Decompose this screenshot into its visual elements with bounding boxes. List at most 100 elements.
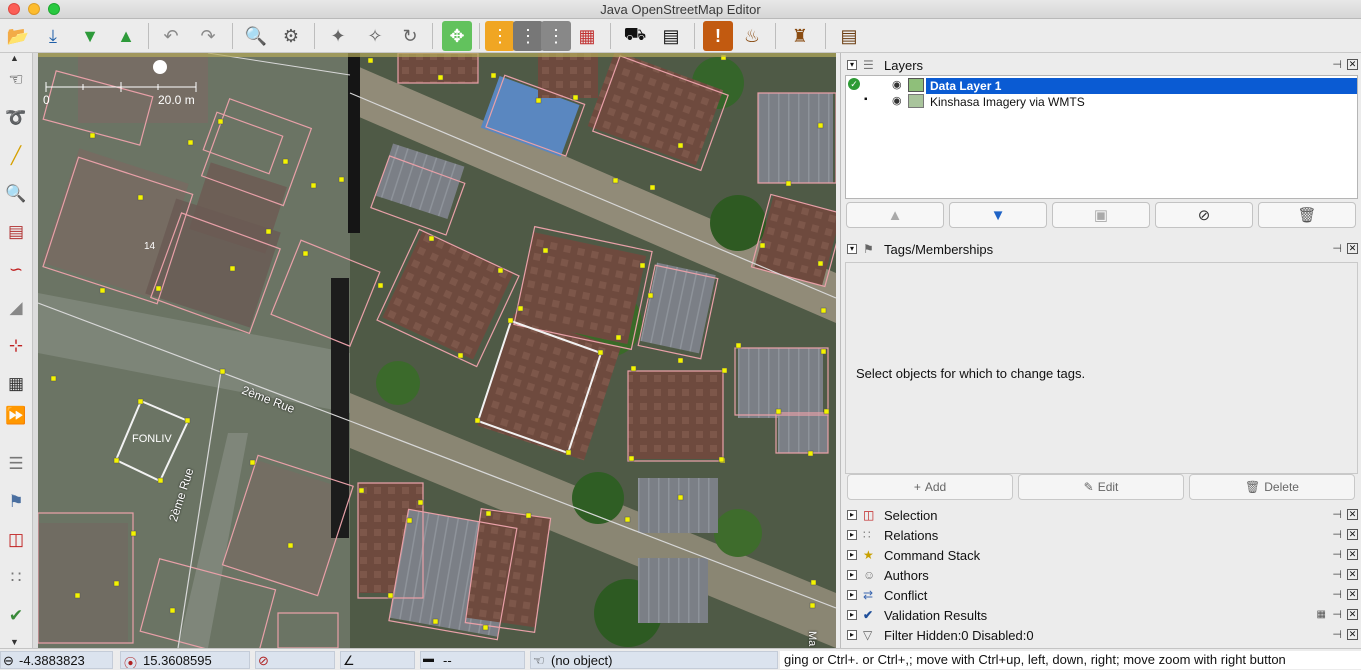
pin-icon[interactable]: ⊣	[1332, 242, 1342, 255]
scroll-down-icon[interactable]: ▼	[10, 637, 19, 647]
factory-preset-icon[interactable]: ▤	[834, 21, 864, 51]
pin-icon[interactable]: ⊣	[1332, 588, 1342, 601]
tags-panel-header[interactable]: ▾ ⚑ Tags/Memberships ⊣ ✕	[841, 239, 1361, 259]
zoom-icon[interactable]: 🔍	[3, 181, 29, 207]
collapse-icon[interactable]: ▾	[847, 60, 857, 70]
close-icon[interactable]: ✕	[1347, 509, 1358, 520]
scroll-up-icon[interactable]: ▲	[10, 53, 19, 63]
expand-icon[interactable]: ▸	[847, 590, 857, 600]
tags-toggle-icon[interactable]: ⚑	[3, 489, 29, 515]
validation-toggle-icon[interactable]: ✔	[3, 603, 29, 629]
move-up-button[interactable]: ▲	[846, 202, 944, 228]
close-icon[interactable]: ✕	[1347, 569, 1358, 580]
delete-layer-button[interactable]: 🗑	[1258, 202, 1356, 228]
pin-icon[interactable]: ⊣	[1332, 628, 1342, 641]
pin-icon[interactable]: ⊣	[1332, 508, 1342, 521]
expand-icon[interactable]: ▸	[847, 570, 857, 580]
restaurant-preset-icon[interactable]: ♨	[737, 21, 767, 51]
castle-preset-icon[interactable]: ♜	[785, 21, 815, 51]
move-down-button[interactable]: ▼	[949, 202, 1047, 228]
delete-icon[interactable]: ▤	[3, 219, 29, 245]
close-icon[interactable]: ✕	[1347, 609, 1358, 620]
filter-panel-header[interactable]: ▸ ▽ Filter Hidden:0 Disabled:0 ⊣ ✕	[841, 625, 1361, 645]
collapse-icon[interactable]: ▾	[847, 244, 857, 254]
layer-name[interactable]: Kinshasa Imagery via WMTS	[930, 95, 1085, 109]
add-tag-button[interactable]: + Add	[847, 474, 1013, 500]
extrude-icon[interactable]: ⊹	[3, 333, 29, 359]
redo-icon[interactable]: ↷	[193, 21, 223, 51]
selection-toggle-icon[interactable]: ◫	[3, 527, 29, 553]
undo-icon[interactable]: ↶	[156, 21, 186, 51]
expand-icon[interactable]: ▸	[847, 630, 857, 640]
expand-icon[interactable]: ▸	[847, 610, 857, 620]
zoom-preview-icon[interactable]: 🔍	[241, 21, 271, 51]
improve-way-icon[interactable]: ∽	[3, 257, 29, 283]
conflict-panel-header[interactable]: ▸ ⇄ Conflict ⊣ ✕	[841, 585, 1361, 605]
command-stack-panel-header[interactable]: ▸ ★ Command Stack ⊣ ✕	[841, 545, 1361, 565]
visibility-eye-icon[interactable]: ◉	[892, 78, 902, 91]
lasso-icon[interactable]: ➰	[3, 105, 29, 131]
layers-toggle-icon[interactable]: ☰	[3, 451, 29, 477]
edit-tag-button[interactable]: ✎ Edit	[1018, 474, 1184, 500]
close-icon[interactable]: ✕	[1347, 59, 1358, 70]
length-field[interactable]: ▬ --	[420, 651, 525, 669]
more-tools-icon[interactable]: ⏩	[3, 403, 29, 429]
select-icon[interactable]: ☜	[3, 67, 29, 93]
settings-icon[interactable]: ▦	[1317, 609, 1326, 620]
pin-icon[interactable]: ⊣	[1332, 608, 1342, 621]
layer-row-imagery[interactable]: ▪ ◉ Kinshasa Imagery via WMTS	[846, 94, 1357, 110]
save-icon[interactable]: ⤓	[38, 21, 68, 51]
pin-icon[interactable]: ⊣	[1332, 58, 1342, 71]
close-icon[interactable]: ✕	[1347, 243, 1358, 254]
draw-icon[interactable]: ╱	[3, 143, 29, 169]
track-preset-icon[interactable]: ⋮	[541, 21, 571, 51]
delete-tag-button[interactable]: 🗑 Delete	[1189, 474, 1355, 500]
open-file-icon[interactable]: 📂	[3, 21, 33, 51]
zoom-slider-handle[interactable]	[153, 60, 167, 74]
pin-icon[interactable]: ⊣	[1332, 528, 1342, 541]
map-canvas[interactable]	[38, 53, 836, 648]
pin-icon[interactable]: ⊣	[1332, 548, 1342, 561]
wall-preset-icon[interactable]: ▦	[572, 21, 602, 51]
object-field[interactable]: ☜ (no object)	[530, 651, 778, 669]
angle-field[interactable]: ∠	[340, 651, 415, 669]
latitude-field[interactable]: ⊖ -4.3883823	[0, 651, 113, 669]
car-preset-icon[interactable]: ⛟	[620, 21, 650, 51]
combine-way-icon[interactable]: ✧	[360, 21, 390, 51]
selection-panel-header[interactable]: ▸ ◫ Selection ⊣ ✕	[841, 505, 1361, 525]
heading-field[interactable]: ⊘	[255, 651, 335, 669]
parallel-icon[interactable]: ◢	[3, 295, 29, 321]
toggle-visibility-button[interactable]: ⊘	[1155, 202, 1253, 228]
warning-preset-icon[interactable]: !	[703, 21, 733, 51]
longitude-field[interactable]: ⦿ 15.3608595	[120, 651, 250, 669]
layer-row-data[interactable]: ✓ ◉ Data Layer 1	[846, 78, 1357, 94]
visibility-eye-icon[interactable]: ◉	[892, 94, 902, 107]
expand-icon[interactable]: ▸	[847, 510, 857, 520]
building-tool-icon[interactable]: ▦	[3, 371, 29, 397]
close-icon[interactable]: ✕	[1347, 549, 1358, 560]
road-preset-icon[interactable]: ⋮	[485, 21, 515, 51]
layer-name[interactable]: Data Layer 1	[930, 79, 1001, 93]
close-icon[interactable]: ✕	[1347, 529, 1358, 540]
split-way-icon[interactable]: ✦	[323, 21, 353, 51]
preferences-icon[interactable]: ⚙	[276, 21, 306, 51]
validation-panel-header[interactable]: ▸ ✔ Validation Results ▦ ⊣ ✕	[841, 605, 1361, 625]
close-icon[interactable]: ✕	[1347, 629, 1358, 640]
expand-icon[interactable]: ▸	[847, 530, 857, 540]
refresh-icon[interactable]: ↻	[395, 21, 425, 51]
map-view[interactable]: 0 20.0 m 14 FONLIV 2ème Rue 2ème Rue Ma	[38, 53, 836, 648]
rail-preset-icon[interactable]: ⋮	[513, 21, 543, 51]
zoom-data-icon[interactable]: ✥	[442, 21, 472, 51]
upload-icon[interactable]: ▲	[111, 21, 141, 51]
bus-preset-icon[interactable]: ▤	[656, 21, 686, 51]
expand-icon[interactable]: ▸	[847, 550, 857, 560]
relations-toggle-icon[interactable]: ∷	[3, 565, 29, 591]
close-icon[interactable]: ✕	[1347, 589, 1358, 600]
layers-panel-header[interactable]: ▾ ☰ Layers ⊣ ✕	[841, 55, 1361, 75]
active-check-icon[interactable]: ✓	[848, 78, 860, 90]
merge-layer-button[interactable]: ▣	[1052, 202, 1150, 228]
pin-icon[interactable]: ⊣	[1332, 568, 1342, 581]
download-icon[interactable]: ▼	[75, 21, 105, 51]
relations-panel-header[interactable]: ▸ ∷ Relations ⊣ ✕	[841, 525, 1361, 545]
authors-panel-header[interactable]: ▸ ☺ Authors ⊣ ✕	[841, 565, 1361, 585]
